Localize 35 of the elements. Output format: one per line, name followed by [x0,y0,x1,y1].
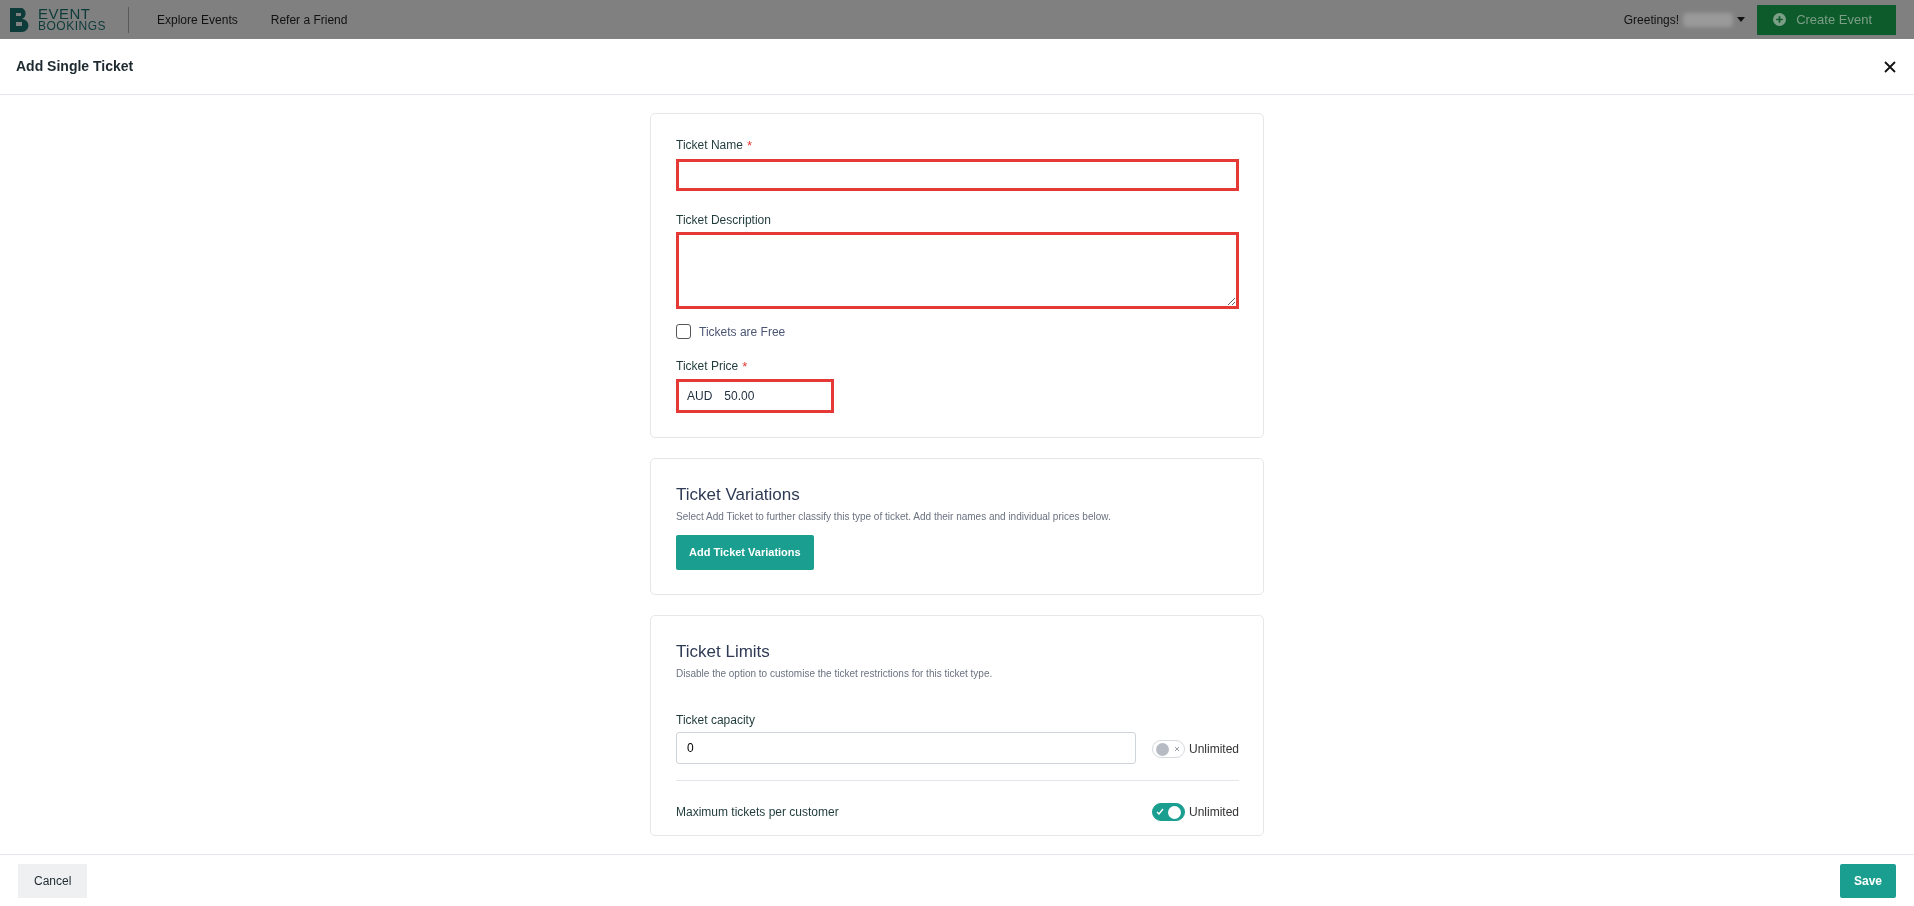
toggle-label: Unlimited [1189,741,1239,759]
section-description: Select Add Ticket to further classify this type of ticket. Add their names and individual prices below. [676,510,1112,525]
greeting-text: Greetings! [1623,11,1680,29]
required-mark: * [746,137,752,155]
ticket-price-field[interactable]: AUD 50.00 [676,379,834,413]
nav-link[interactable]: Refer a Friend [270,10,348,29]
required-mark: * [742,357,748,376]
checkbox-label: Tickets are Free [699,323,786,341]
field-label: Ticket capacity [676,712,756,730]
close-icon [1884,61,1896,74]
plus-circle-icon [1773,13,1787,26]
check-icon [1156,808,1164,817]
field-label: Ticket Name [676,137,743,154]
checkbox[interactable] [676,324,691,339]
blurred-name [1683,12,1734,27]
cross-icon [1173,745,1181,754]
caret-icon[interactable] [1737,17,1746,22]
field-label: Ticket Price [676,357,739,375]
create-event-button[interactable]: Create Event [1757,4,1896,35]
section-description: Disable the option to customise the ticket restrictions for this ticket type. [676,667,994,682]
field-label: Ticket Description [676,211,771,229]
brand-name[interactable]: EVENT BOOKINGS [38,6,106,33]
section-heading: Ticket Limits [676,641,771,663]
toggle-switch[interactable] [1152,803,1185,822]
add-ticket-variations-button[interactable]: Add Ticket Variations [676,535,814,570]
section-heading: Ticket Variations [676,485,801,506]
ticket-capacity-field[interactable]: 0 [676,732,1136,765]
toggle-label: Unlimited [1189,804,1239,822]
cancel-button[interactable]: Cancel [18,863,88,898]
field-label: Maximum tickets per customer [676,804,840,822]
ticket-name-field[interactable] [676,158,1239,191]
modal-title: Add Single Ticket [16,57,134,76]
nav-link[interactable]: Explore Events [157,10,238,29]
save-button[interactable]: Save [1839,863,1896,898]
ticket-description-field[interactable] [676,231,1239,309]
